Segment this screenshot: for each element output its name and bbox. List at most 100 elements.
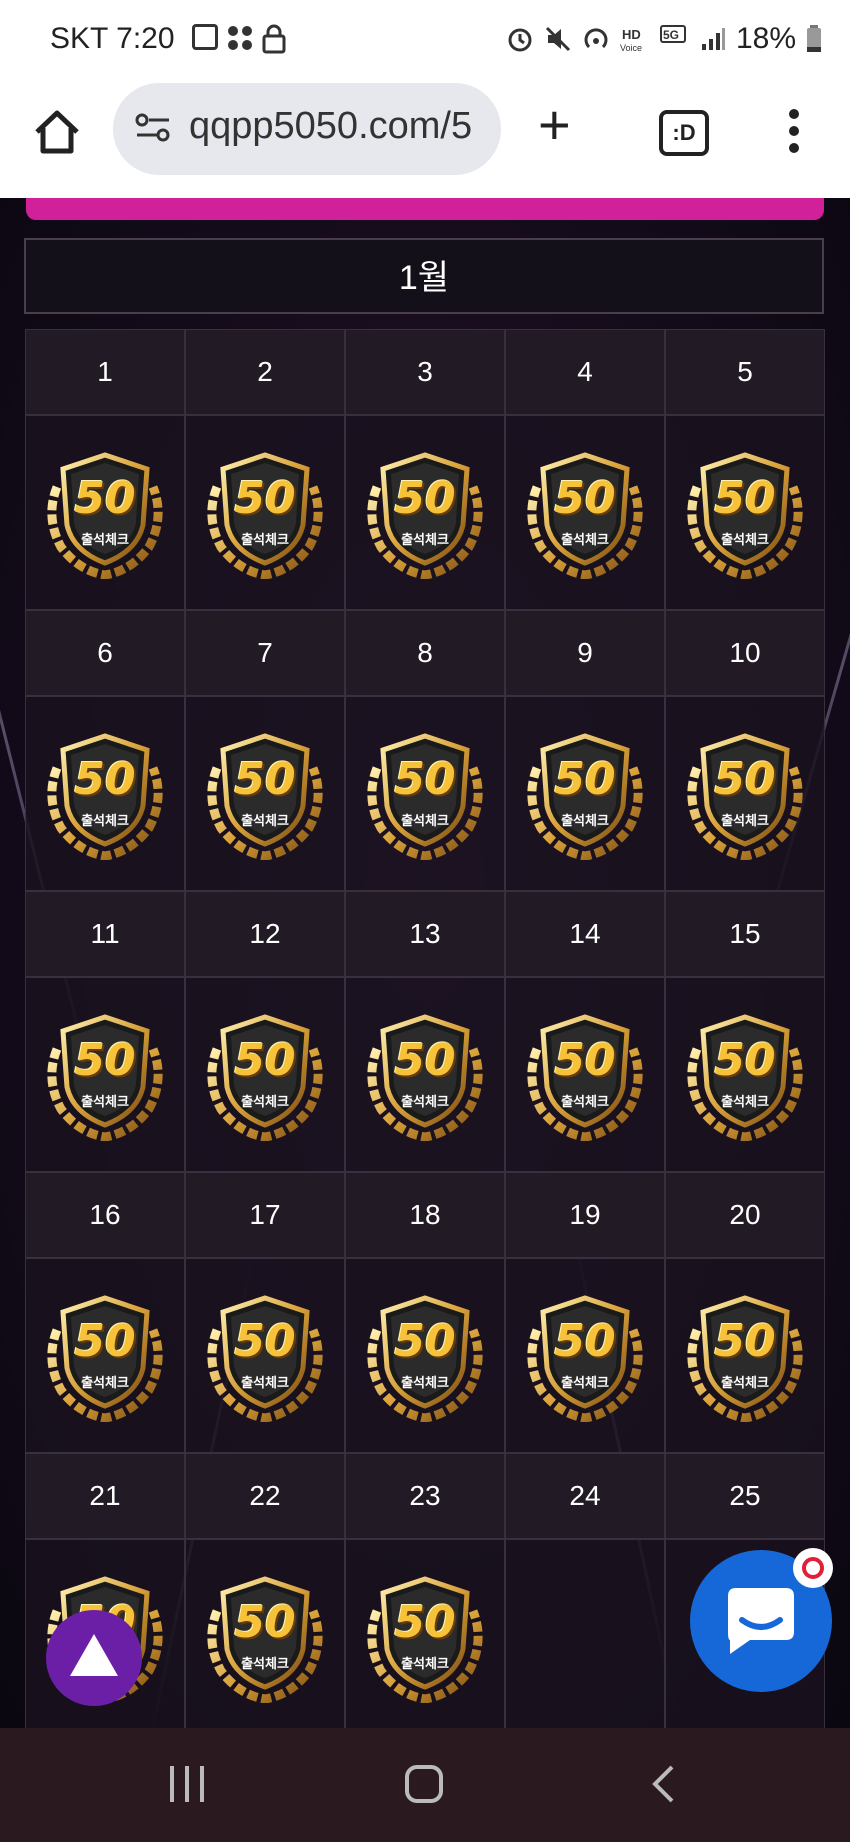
- badge-number: 50: [234, 472, 296, 524]
- badge-number: 50: [74, 1315, 136, 1367]
- day-cell[interactable]: 50 출석체크: [185, 977, 345, 1172]
- mute-icon: [545, 26, 571, 52]
- badge-number: 50: [394, 1034, 456, 1086]
- day-cell[interactable]: 50 출석체크: [185, 1539, 345, 1728]
- url-text: qqpp5050.com/5: [189, 105, 473, 147]
- attendance-badge-icon: 50 출석체크: [679, 728, 811, 860]
- day-number: 13: [345, 891, 505, 977]
- day-cell[interactable]: 50 출석체크: [345, 1258, 505, 1453]
- day-number: 12: [185, 891, 345, 977]
- notification-dot: [793, 1548, 833, 1588]
- home-icon[interactable]: [32, 108, 82, 156]
- badge-label: 출석체크: [721, 1093, 769, 1109]
- triangle-up-icon: [70, 1634, 118, 1676]
- day-cell[interactable]: 50 출석체크: [345, 977, 505, 1172]
- day-cell[interactable]: 50 출석체크: [505, 415, 665, 610]
- recents-icon[interactable]: [168, 1764, 206, 1804]
- attendance-badge-icon: 50 출석체크: [519, 447, 651, 579]
- day-cell[interactable]: 50 출석체크: [185, 696, 345, 891]
- hotspot-icon: [584, 28, 608, 49]
- svg-text:5G: 5G: [663, 28, 679, 42]
- svg-text:Voice: Voice: [620, 43, 642, 53]
- day-number: 6: [25, 610, 185, 696]
- badge-number: 50: [234, 1596, 296, 1648]
- attendance-badge-icon: 50 출석체크: [359, 1290, 491, 1422]
- day-number: 22: [185, 1453, 345, 1539]
- attendance-badge-icon: 50 출석체크: [39, 1009, 171, 1141]
- signal-icon: [701, 28, 725, 50]
- tab-switcher-button[interactable]: :D: [659, 110, 709, 156]
- attendance-badge-icon: 50 출석체크: [519, 1009, 651, 1141]
- address-bar[interactable]: qqpp5050.com/5: [113, 83, 501, 175]
- day-cell[interactable]: 50 출석체크: [25, 1258, 185, 1453]
- day-cell[interactable]: 50 출석체크: [665, 977, 825, 1172]
- day-number: 18: [345, 1172, 505, 1258]
- badge-label: 출석체크: [401, 1093, 449, 1109]
- day-cell[interactable]: 50 출석체크: [505, 977, 665, 1172]
- scroll-top-button[interactable]: [46, 1610, 142, 1706]
- day-number: 11: [25, 891, 185, 977]
- battery-percent: 18%: [735, 22, 796, 55]
- badge-label: 출석체크: [401, 1374, 449, 1390]
- badge-label: 출석체크: [561, 1374, 609, 1390]
- day-number: 7: [185, 610, 345, 696]
- chat-button[interactable]: [690, 1548, 833, 1692]
- home-nav-icon[interactable]: [404, 1764, 444, 1804]
- day-cell[interactable]: 50 출석체크: [345, 415, 505, 610]
- day-number: 19: [505, 1172, 665, 1258]
- badge-number: 50: [234, 1315, 296, 1367]
- more-menu-icon[interactable]: [780, 108, 808, 154]
- back-icon[interactable]: [650, 1764, 676, 1804]
- day-number: 15: [665, 891, 825, 977]
- alarm-icon: [508, 28, 532, 52]
- site-settings-icon[interactable]: [133, 113, 173, 143]
- day-number: 4: [505, 329, 665, 415]
- attendance-badge-icon: 50 출석체크: [359, 728, 491, 860]
- badge-label: 출석체크: [401, 812, 449, 828]
- badge-number: 50: [554, 753, 616, 805]
- badge-label: 출석체크: [401, 1655, 449, 1671]
- badge-label: 출석체크: [561, 1093, 609, 1109]
- day-cell[interactable]: 50 출석체크: [505, 696, 665, 891]
- attendance-badge-icon: 50 출석체크: [39, 447, 171, 579]
- badge-label: 출석체크: [401, 531, 449, 547]
- day-cell[interactable]: 50 출석체크: [665, 696, 825, 891]
- day-cell[interactable]: 50 출석체크: [185, 1258, 345, 1453]
- day-number: 8: [345, 610, 505, 696]
- badge-number: 50: [74, 472, 136, 524]
- day-number: 3: [345, 329, 505, 415]
- day-number: 2: [185, 329, 345, 415]
- day-number: 14: [505, 891, 665, 977]
- lock-icon: [262, 24, 286, 54]
- day-cell[interactable]: 50 출석체크: [185, 415, 345, 610]
- month-title: 1월: [24, 238, 824, 314]
- day-cell[interactable]: 50 출석체크: [25, 977, 185, 1172]
- badge-number: 50: [234, 1034, 296, 1086]
- day-cell[interactable]: 50 출석체크: [25, 415, 185, 610]
- badge-label: 출석체크: [81, 1374, 129, 1390]
- attendance-badge-icon: 50 출석체크: [519, 1290, 651, 1422]
- day-cell[interactable]: 50 출석체크: [25, 696, 185, 891]
- attendance-badge-icon: 50 출석체크: [519, 728, 651, 860]
- badge-number: 50: [554, 1315, 616, 1367]
- day-cell[interactable]: 50 출석체크: [345, 696, 505, 891]
- status-bar: SKT 7:20 HD Voice 5G 18%: [0, 0, 850, 80]
- day-number: 21: [25, 1453, 185, 1539]
- badge-number: 50: [714, 1034, 776, 1086]
- day-cell[interactable]: 50 출석체크: [665, 1258, 825, 1453]
- day-number: 20: [665, 1172, 825, 1258]
- status-carrier-time: SKT 7:20: [50, 22, 175, 55]
- badge-label: 출석체크: [721, 531, 769, 547]
- new-tab-button[interactable]: +: [538, 97, 571, 153]
- browser-toolbar: qqpp5050.com/5 + :D: [0, 80, 850, 198]
- attendance-badge-icon: 50 출석체크: [679, 447, 811, 579]
- day-cell[interactable]: 50 출석체크: [505, 1258, 665, 1453]
- attendance-page: 1월 1 2 3 4 5 50 출석체크 50 출석체크 50 출석체크 50 출석체크 50 출석체크 6 7…: [0, 198, 850, 1728]
- day-cell[interactable]: 50 출석체크: [345, 1539, 505, 1728]
- badge-number: 50: [554, 472, 616, 524]
- day-cell[interactable]: [505, 1539, 665, 1728]
- day-cell[interactable]: 50 출석체크: [665, 415, 825, 610]
- badge-label: 출석체크: [241, 1655, 289, 1671]
- badge-label: 출석체크: [721, 812, 769, 828]
- badge-number: 50: [394, 1315, 456, 1367]
